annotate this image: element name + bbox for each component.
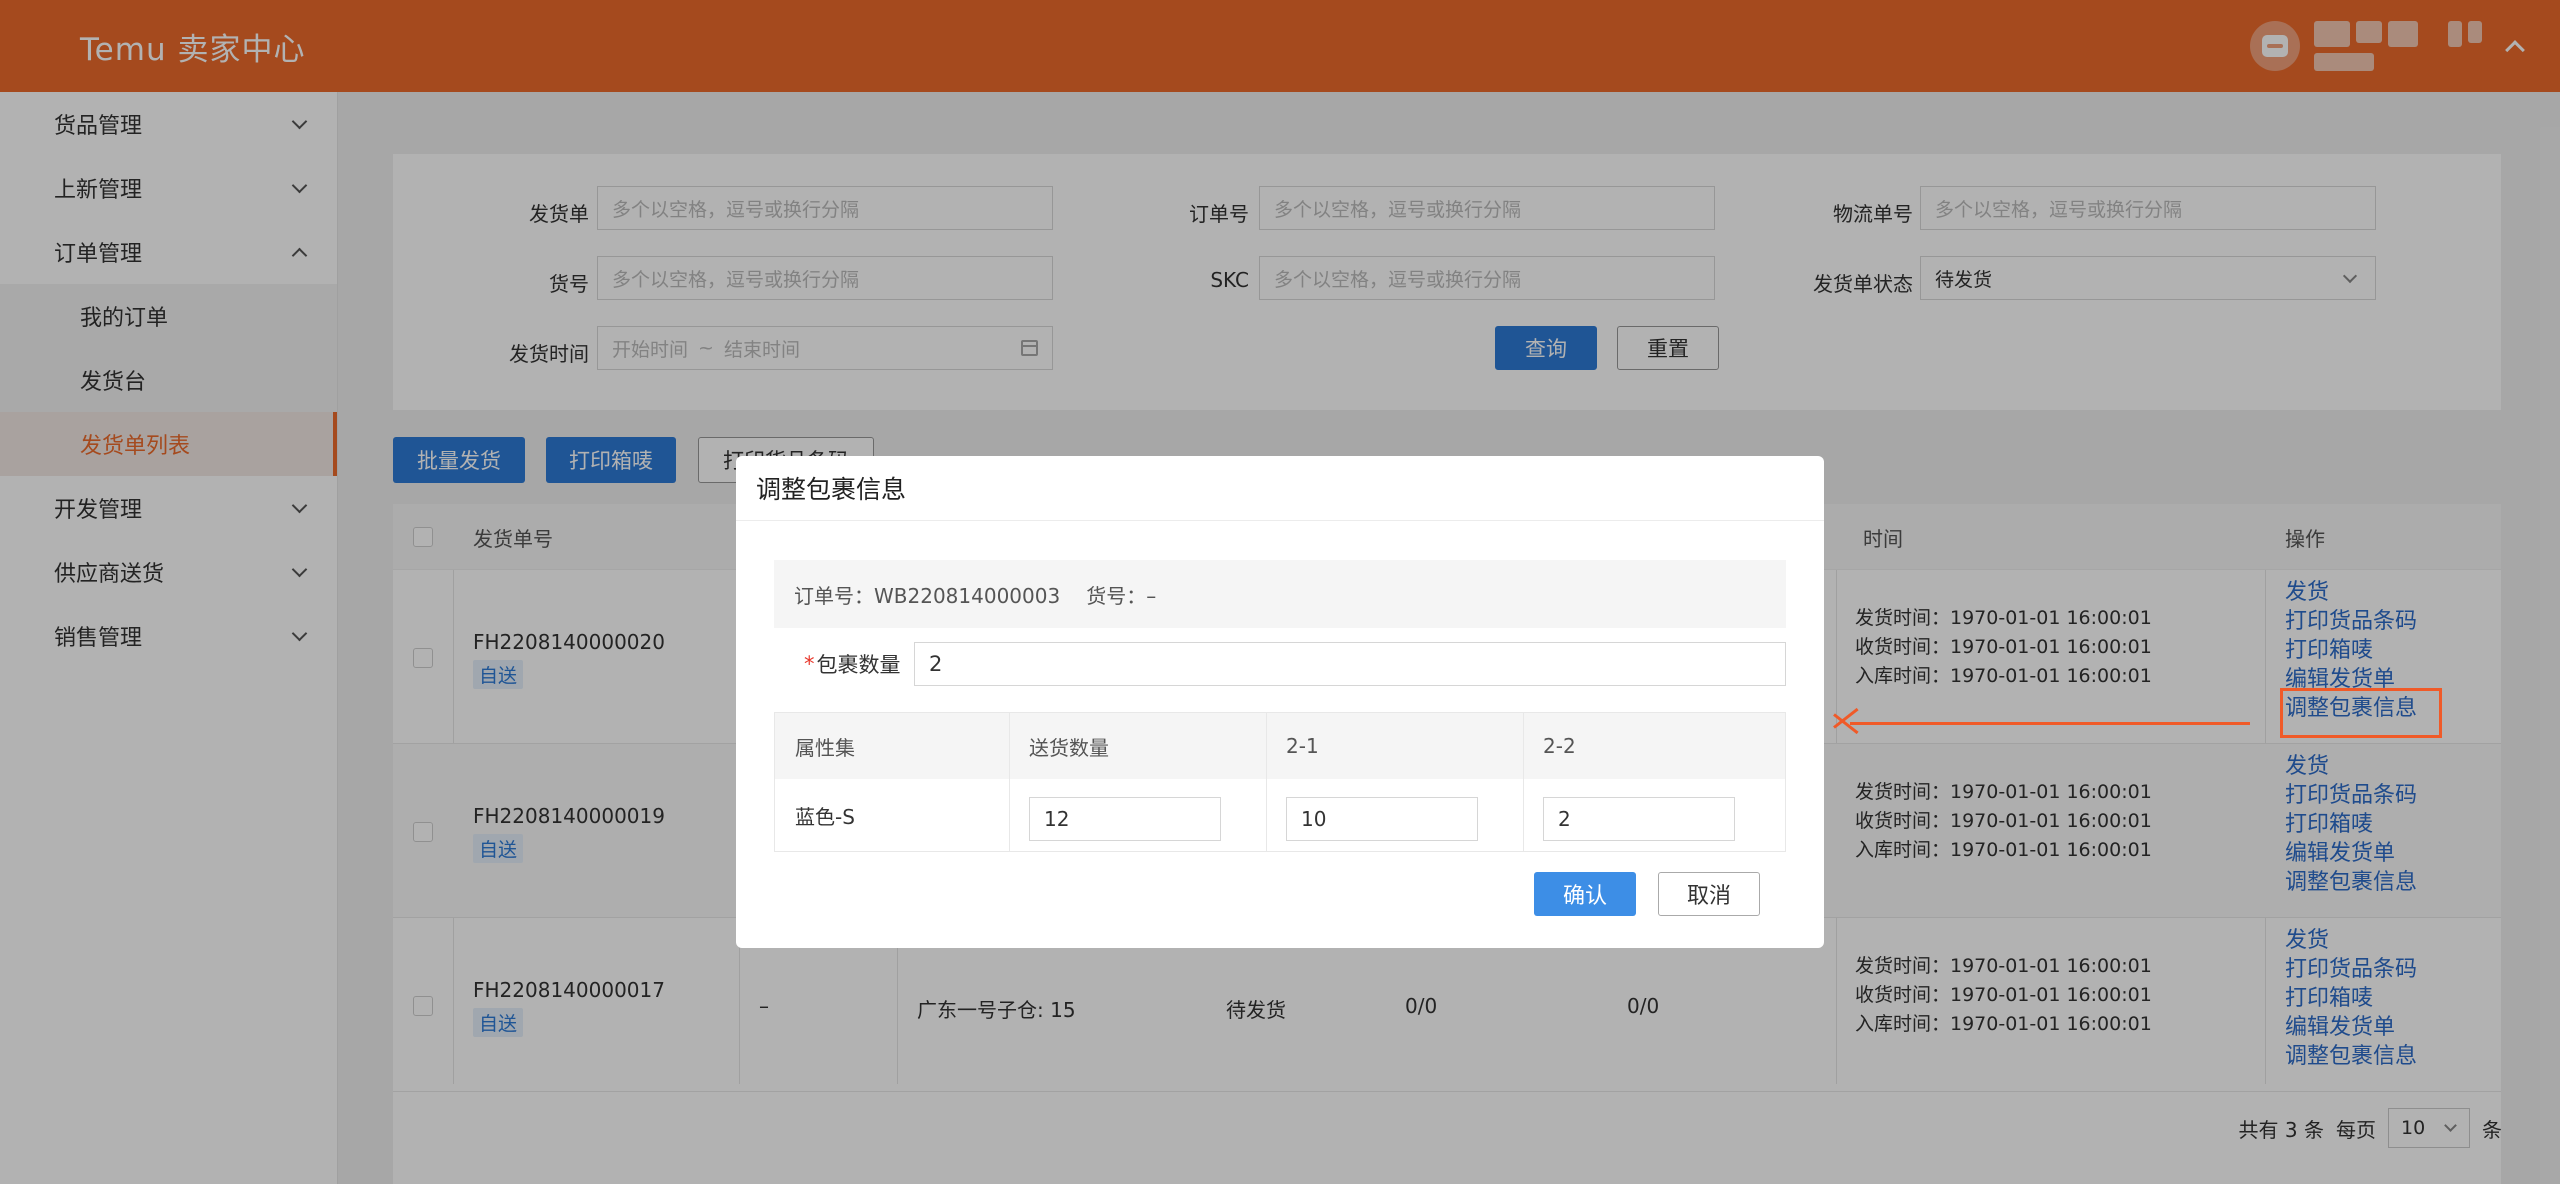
delivery-qty-input[interactable]: 12 <box>1029 797 1221 841</box>
package-allocation-table: 属性集 送货数量 2-1 2-2 蓝色-S 12 10 2 <box>774 712 1786 852</box>
column-divider <box>1009 713 1010 851</box>
allocation-table-header <box>775 713 1785 779</box>
column-header-package-1: 2-1 <box>1286 734 1319 758</box>
package-2-qty-input[interactable]: 2 <box>1543 797 1735 841</box>
column-header-delivery-qty: 送货数量 <box>1029 735 1109 760</box>
package-1-qty-input[interactable]: 10 <box>1286 797 1478 841</box>
annotation-highlight-box <box>2280 688 2442 738</box>
column-divider <box>1266 713 1267 851</box>
modal-divider <box>736 520 1824 521</box>
order-number: 订单号：WB220814000003 <box>794 583 1061 608</box>
goods-number: 货号：– <box>1086 583 1157 608</box>
package-qty-label-text: 包裹数量 <box>816 653 901 677</box>
package-qty-label: * 包裹数量 <box>804 642 901 686</box>
column-header-package-2: 2-2 <box>1543 734 1576 758</box>
modal-title: 调整包裹信息 <box>756 475 907 504</box>
order-info-bar: 订单号：WB220814000003 货号：– <box>774 560 1786 628</box>
cancel-button[interactable]: 取消 <box>1658 872 1760 916</box>
adjust-package-modal: 调整包裹信息 订单号：WB220814000003 货号：– * 包裹数量 2 … <box>736 456 1824 948</box>
attribute-value: 蓝色-S <box>795 804 855 829</box>
package-qty-input[interactable]: 2 <box>914 642 1786 686</box>
confirm-button[interactable]: 确认 <box>1534 872 1636 916</box>
column-header-attribute: 属性集 <box>795 735 855 760</box>
required-mark: * <box>804 652 815 676</box>
annotation-arrow <box>1850 722 2250 725</box>
column-divider <box>1523 713 1524 851</box>
